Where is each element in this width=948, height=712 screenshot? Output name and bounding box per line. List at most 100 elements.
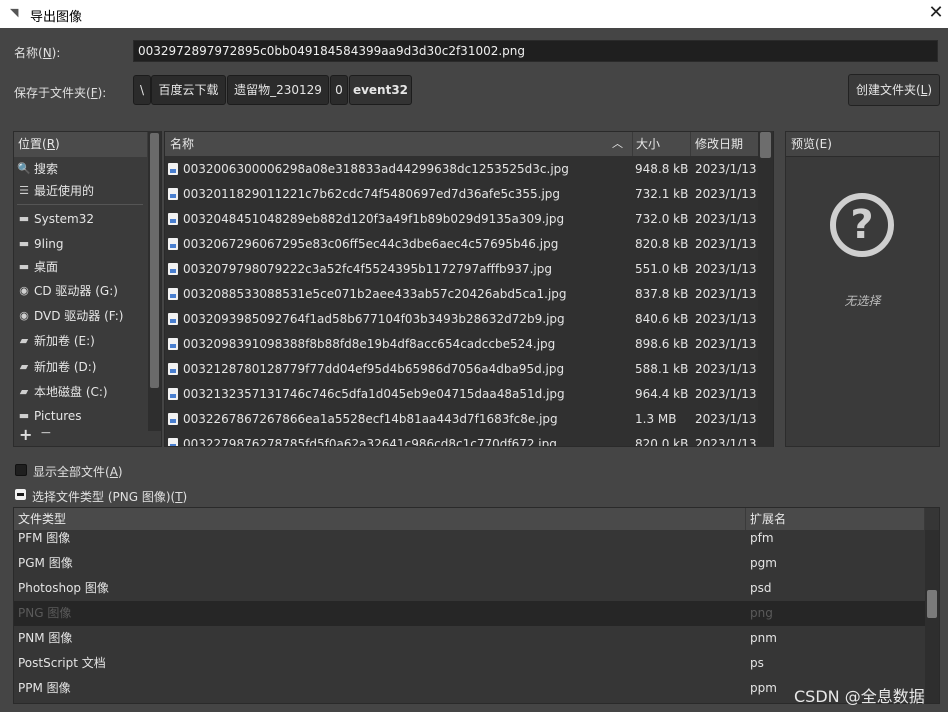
place-item-9ling[interactable]: ▬ 9ling bbox=[14, 233, 146, 255]
file-row[interactable]: 0032079798079222c3a52fc4f5524395b1172797… bbox=[165, 257, 759, 282]
places-scrollbar-thumb[interactable] bbox=[150, 133, 159, 388]
breadcrumb-event32[interactable]: event32 bbox=[349, 75, 412, 105]
collapse-icon[interactable] bbox=[15, 489, 26, 500]
preview-empty-text: 无选择 bbox=[844, 294, 881, 308]
file-row[interactable]: 0032048451048289eb882d120f3a49f1b89b029d… bbox=[165, 207, 759, 232]
types-scrollbar-thumb[interactable] bbox=[927, 590, 937, 618]
files-scrollbar[interactable] bbox=[758, 131, 773, 447]
file-size: 964.4 kB bbox=[635, 387, 689, 401]
type-name: PNM 图像 bbox=[18, 631, 73, 645]
column-header-date[interactable]: 修改日期 bbox=[691, 132, 759, 156]
create-folder-button[interactable]: 创建文件夹(L) bbox=[848, 74, 940, 106]
places-header-prefix: 位置( bbox=[18, 137, 47, 151]
preview-panel bbox=[785, 131, 940, 447]
file-name: 0032093985092764f1ad58b677104f03b3493b28… bbox=[183, 312, 565, 326]
file-name: 0032279876278785fd5f0a62a32641c986cd8c1c… bbox=[183, 437, 557, 447]
folder-icon: ▬ bbox=[18, 237, 30, 250]
file-name: 0032267867267866ea1a5528ecf14b81aa443d7f… bbox=[183, 412, 558, 426]
add-bookmark-icon[interactable]: + bbox=[19, 425, 32, 444]
filename-input[interactable]: 0032972897972895c0bb049184584399aa9d3d30… bbox=[133, 40, 938, 62]
place-item-cd-drive[interactable]: ◉ CD 驱动器 (G:) bbox=[14, 280, 146, 302]
places-header-key: R bbox=[46, 137, 56, 151]
place-label: 新加卷 (E:) bbox=[34, 334, 95, 348]
file-row[interactable]: 0032088533088531e5ce071b2aee433ab57c2042… bbox=[165, 282, 759, 307]
name-label: 名称(N): bbox=[14, 44, 60, 61]
file-row[interactable]: 0032279876278785fd5f0a62a32641c986cd8c1c… bbox=[165, 432, 759, 447]
file-date: 2023/1/13 bbox=[695, 437, 757, 447]
file-name: 0032011829011221c7b62cdc74f5480697ed7d36… bbox=[183, 187, 561, 201]
file-row[interactable]: 0032267867267866ea1a5528ecf14b81aa443d7f… bbox=[165, 407, 759, 432]
close-icon[interactable]: ✕ bbox=[926, 2, 946, 24]
file-row[interactable]: 0032128780128779f77dd04ef95d4b65986d7056… bbox=[165, 357, 759, 382]
files-scrollbar-thumb[interactable] bbox=[760, 132, 771, 158]
place-item-system32[interactable]: ▬ System32 bbox=[14, 208, 146, 230]
places-panel: 位置(R) 🔍 搜索 ☰ 最近使用的 ▬ System32 ▬ 9ling ▬ 桌面 ◉ C… bbox=[13, 131, 162, 447]
place-label: 最近使用的 bbox=[34, 184, 95, 198]
breadcrumb-yiliuwu[interactable]: 遗留物_230129 bbox=[227, 75, 329, 105]
place-item-search[interactable]: 🔍 搜索 bbox=[14, 158, 146, 180]
breadcrumb-root[interactable]: \ bbox=[133, 75, 151, 105]
type-row-ppm[interactable]: PPM 图像 ppm bbox=[14, 676, 925, 701]
place-label: 新加卷 (D:) bbox=[34, 360, 97, 374]
file-date: 2023/1/13 bbox=[695, 412, 757, 426]
gimp-icon: ◥ bbox=[10, 6, 19, 19]
show-all-files-checkbox[interactable] bbox=[15, 464, 27, 476]
type-row-pnm[interactable]: PNM 图像 pnm bbox=[14, 626, 925, 651]
file-size: 948.8 kB bbox=[635, 162, 689, 176]
cd-drive-icon: ◉ bbox=[19, 284, 29, 297]
file-row[interactable]: 0032098391098388f8b88fd8e19b4df8acc654ca… bbox=[165, 332, 759, 357]
place-item-desktop[interactable]: ▬ 桌面 bbox=[14, 256, 146, 278]
file-date: 2023/1/13 bbox=[695, 312, 757, 326]
type-name: PNG 图像 bbox=[18, 606, 72, 620]
file-type-suffix: ) bbox=[182, 490, 188, 504]
place-item-drive-d[interactable]: ▰ 新加卷 (D:) bbox=[14, 356, 146, 378]
save-in-label-key: F bbox=[90, 86, 98, 100]
type-row-png[interactable]: PNG 图像 png bbox=[14, 601, 925, 626]
create-folder-label-prefix: 创建文件夹( bbox=[855, 83, 921, 97]
name-label-prefix: 名称( bbox=[14, 46, 43, 60]
show-all-files-label[interactable]: 显示全部文件(A) bbox=[33, 463, 123, 480]
file-row[interactable]: 0032067296067295e83c06ff5ec44c3dbe6aec4c… bbox=[165, 232, 759, 257]
image-file-icon bbox=[168, 163, 178, 175]
show-all-prefix: 显示全部文件( bbox=[33, 465, 110, 479]
type-name: PFM 图像 bbox=[18, 531, 71, 545]
column-header-size[interactable]: 大小 bbox=[633, 132, 691, 156]
file-row[interactable]: 0032093985092764f1ad58b677104f03b3493b28… bbox=[165, 307, 759, 332]
places-header[interactable]: 位置(R) bbox=[14, 132, 147, 157]
type-row-ps[interactable]: PostScript 文档 ps bbox=[14, 651, 925, 676]
place-item-recent[interactable]: ☰ 最近使用的 bbox=[14, 180, 146, 202]
type-name: PostScript 文档 bbox=[18, 656, 106, 670]
preview-header[interactable]: 预览(E) bbox=[786, 132, 939, 157]
image-file-icon bbox=[168, 388, 178, 400]
place-label: 搜索 bbox=[34, 162, 59, 176]
place-item-dvd-drive[interactable]: ◉ DVD 驱动器 (F:) bbox=[14, 305, 146, 327]
file-size: 820.0 kB bbox=[635, 437, 689, 447]
create-folder-label-suffix: ) bbox=[927, 83, 933, 97]
file-size: 1.3 MB bbox=[635, 412, 677, 426]
type-name: PPM 图像 bbox=[18, 681, 71, 695]
file-row[interactable]: 0032132357131746c746c5dfa1d045eb9e04715d… bbox=[165, 382, 759, 407]
file-type-expander[interactable]: 选择文件类型 (PNG 图像)(T) bbox=[32, 488, 187, 505]
file-name: 0032067296067295e83c06ff5ec44c3dbe6aec4c… bbox=[183, 237, 559, 251]
type-name: PGM 图像 bbox=[18, 556, 73, 570]
type-row-psd[interactable]: Photoshop 图像 psd bbox=[14, 576, 925, 601]
type-ext: pgm bbox=[750, 556, 777, 570]
file-row[interactable]: 0032011829011221c7b62cdc74f5480697ed7d36… bbox=[165, 182, 759, 207]
breadcrumb-baiduyun[interactable]: 百度云下载 bbox=[151, 75, 226, 105]
breadcrumb-0[interactable]: 0 bbox=[330, 75, 348, 105]
place-item-drive-e[interactable]: ▰ 新加卷 (E:) bbox=[14, 330, 146, 352]
type-row-pfm[interactable]: PFM 图像 pfm bbox=[14, 526, 925, 551]
file-size: 732.0 kB bbox=[635, 212, 689, 226]
image-file-icon bbox=[168, 363, 178, 375]
file-row[interactable]: 0032006300006298a08e318833ad44299638dc12… bbox=[165, 157, 759, 182]
place-label: System32 bbox=[34, 212, 95, 226]
drive-icon: ▰ bbox=[19, 360, 29, 373]
show-all-key: A bbox=[109, 465, 118, 479]
remove-bookmark-icon[interactable]: − bbox=[40, 425, 52, 441]
drive-icon: ▰ bbox=[19, 385, 29, 398]
place-item-drive-c[interactable]: ▰ 本地磁盘 (C:) bbox=[14, 381, 146, 403]
type-row-pgm[interactable]: PGM 图像 pgm bbox=[14, 551, 925, 576]
save-in-label-suffix: ): bbox=[97, 86, 107, 100]
type-name: Photoshop 图像 bbox=[18, 581, 109, 595]
column-header-name[interactable]: 名称 ︿ bbox=[165, 132, 633, 156]
